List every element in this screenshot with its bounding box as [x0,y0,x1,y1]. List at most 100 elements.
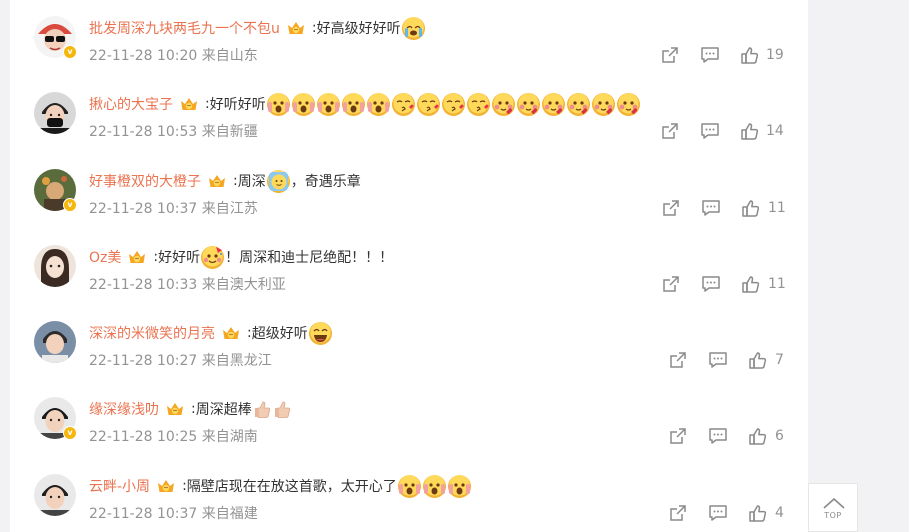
fan-badge-icon[interactable] [179,95,199,113]
like-button[interactable] [748,503,768,523]
reply-button[interactable] [701,198,721,218]
username-link[interactable]: 深深的米微笑的月亮 [89,323,215,343]
comment-item: v 缘深缘浅叻: 周深超棒 22-11-28 10:25 来自湖南 6 [10,383,808,459]
comment-item: Oz美: 好好听 ！周深和迪士尼绝配！！！ 22-11-28 10:33 来自澳大利亚… [10,231,808,307]
comment-text: 周深 [237,174,266,190]
kiss-emoji-icon [416,92,440,116]
scream-emoji-icon [341,92,365,116]
username-link[interactable]: 缘深缘浅叻 [89,399,159,419]
share-icon [668,352,688,374]
kiss-emoji-icon [466,92,490,116]
back-to-top-button[interactable]: TOP [808,483,858,532]
comment-content: 缘深缘浅叻: 周深超棒 [89,397,292,421]
reply-button[interactable] [708,350,728,370]
scream-emoji-icon [366,92,390,116]
like-count: 6 [775,428,784,444]
comment-content: 云畔-小周: 隔壁店现在在放这首歌，太开心了 [89,474,472,498]
username-link[interactable]: Oz美 [89,247,121,267]
comment-actions: 11 [10,274,808,296]
username-link[interactable]: 批发周深九块两毛九一个不包u [89,18,280,38]
like-button[interactable] [741,198,761,218]
comment-text: 周深超棒 [195,402,252,418]
comment-icon [701,276,721,298]
share-button[interactable] [661,274,681,294]
comment-icon [700,123,720,145]
wave-emoji-icon [266,169,290,193]
like-count: 11 [768,276,786,292]
comment-item: v 好事橙双的大橙子: 周深 ，奇遇乐章 22-11-28 10:37 来自江苏 11 [10,155,808,231]
like-button[interactable] [740,45,760,65]
like-button[interactable] [741,274,761,294]
like-count: 4 [775,505,784,521]
comment-content: 揪心的大宝子: 好听好听 [89,92,641,116]
share-button[interactable] [660,45,680,65]
reply-button[interactable] [701,274,721,294]
back-to-top-label: TOP [824,511,842,520]
comment-icon [700,47,720,69]
reply-button[interactable] [708,426,728,446]
comment-item: 揪心的大宝子: 好听好听 22-11-28 10:53 来自新疆 14 [10,78,808,154]
comment-content: 批发周深九块两毛九一个不包u: 好高级好好听 [89,16,426,40]
share-icon [668,428,688,450]
fan-badge-icon[interactable] [165,400,185,418]
reply-button[interactable] [700,45,720,65]
comment-text: 超级好听 [251,326,308,342]
blush-emoji-icon [516,92,540,116]
scream-emoji-icon [316,92,340,116]
share-icon [661,200,681,222]
comment-actions: 14 [10,121,808,143]
comment-actions: 6 [10,426,808,448]
share-button[interactable] [660,121,680,141]
fan-badge-icon[interactable] [221,324,241,342]
like-icon [748,505,768,527]
username-link[interactable]: 云畔-小周 [89,476,150,496]
blush-emoji-icon [591,92,615,116]
share-icon [660,47,680,69]
share-button[interactable] [668,426,688,446]
like-count: 11 [768,200,786,216]
comment-item: 深深的米微笑的月亮: 超级好听 22-11-28 10:27 来自黑龙江 7 [10,307,808,383]
comment-icon [701,200,721,222]
like-button[interactable] [748,350,768,370]
like-icon [740,123,760,145]
like-button[interactable] [748,426,768,446]
comment-item: 云畔-小周: 隔壁店现在在放这首歌，太开心了 22-11-28 10:37 来自福建… [10,460,808,532]
comment-item: v 批发周深九块两毛九一个不包u: 好高级好好听 22-11-28 10:20 来自山… [10,2,808,78]
username-link[interactable]: 好事橙双的大橙子 [89,171,201,191]
cry-emoji-icon [401,16,425,40]
comment-text-tail: ！周深和迪士尼绝配！！！ [225,250,394,266]
share-icon [660,123,680,145]
username-link[interactable]: 揪心的大宝子 [89,94,173,114]
like-count: 14 [766,123,784,139]
comment-icon [708,505,728,527]
thumb-emoji-icon [253,399,271,419]
share-button[interactable] [668,503,688,523]
reply-button[interactable] [708,503,728,523]
like-count: 19 [766,47,784,63]
reply-button[interactable] [700,121,720,141]
scream-emoji-icon [291,92,315,116]
fan-badge-icon[interactable] [286,19,306,37]
like-icon [741,200,761,222]
comment-content: Oz美: 好好听 ！周深和迪士尼绝配！！！ [89,245,393,269]
comment-content: 好事橙双的大橙子: 周深 ，奇遇乐章 [89,169,361,193]
scream-emoji-icon [422,474,446,498]
comment-actions: 4 [10,503,808,525]
laugh-emoji-icon [308,321,332,345]
comment-actions: 19 [10,45,808,67]
share-button[interactable] [668,350,688,370]
share-icon [668,505,688,527]
like-icon [740,47,760,69]
fan-badge-icon[interactable] [207,172,227,190]
comment-actions: 7 [10,350,808,372]
fan-badge-icon[interactable] [156,477,176,495]
fan-badge-icon[interactable] [127,248,147,266]
like-button[interactable] [740,121,760,141]
comment-icon [708,352,728,374]
comment-text: 隔壁店现在在放这首歌，太开心了 [186,479,397,495]
blush-emoji-icon [566,92,590,116]
blush-emoji-icon [541,92,565,116]
thumb-emoji-icon [273,399,291,419]
share-button[interactable] [661,198,681,218]
kiss-emoji-icon [391,92,415,116]
